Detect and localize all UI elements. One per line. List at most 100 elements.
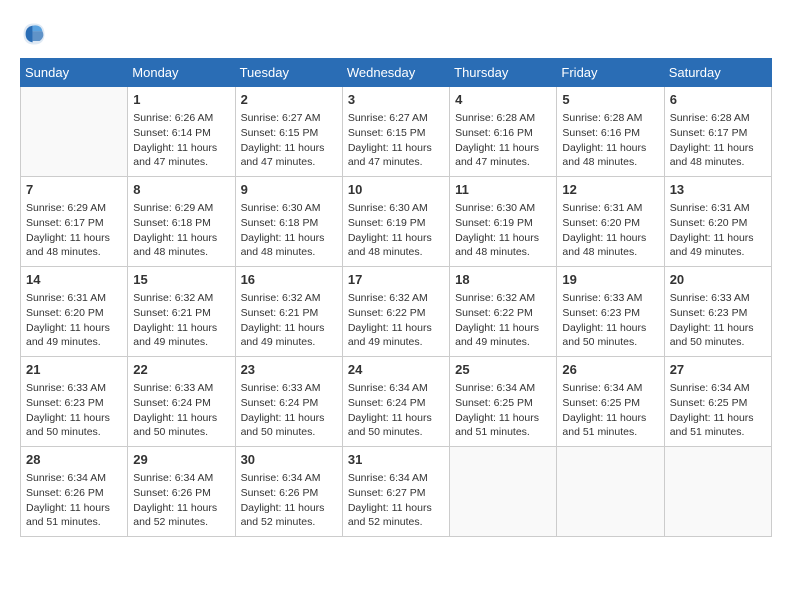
day-number: 14 — [26, 271, 122, 289]
logo-icon — [20, 20, 48, 48]
calendar-cell: 8 Sunrise: 6:29 AMSunset: 6:18 PMDaylight… — [128, 177, 235, 267]
day-number: 5 — [562, 91, 658, 109]
cell-info: Sunrise: 6:31 AMSunset: 6:20 PMDaylight:… — [26, 291, 122, 350]
day-number: 18 — [455, 271, 551, 289]
cell-info: Sunrise: 6:34 AMSunset: 6:26 PMDaylight:… — [241, 471, 337, 530]
calendar-cell: 12Sunrise: 6:31 AMSunset: 6:20 PMDayligh… — [557, 177, 664, 267]
cell-info: Sunrise: 6:34 AMSunset: 6:26 PMDaylight:… — [26, 471, 122, 530]
cell-info: Sunrise: 6:34 AMSunset: 6:24 PMDaylight:… — [348, 381, 444, 440]
day-header-friday: Friday — [557, 59, 664, 87]
day-number: 15 — [133, 271, 229, 289]
cell-info: Sunrise: 6:33 AMSunset: 6:23 PMDaylight:… — [26, 381, 122, 440]
calendar-cell: 28 Sunrise: 6:34 AMSunset: 6:26 PMDayligh… — [21, 447, 128, 537]
calendar-week-5: 28 Sunrise: 6:34 AMSunset: 6:26 PMDayligh… — [21, 447, 772, 537]
day-number: 3 — [348, 91, 444, 109]
calendar-cell: 30 Sunrise: 6:34 AMSunset: 6:26 PMDayligh… — [235, 447, 342, 537]
calendar-cell: 11Sunrise: 6:30 AMSunset: 6:19 PMDayligh… — [450, 177, 557, 267]
calendar-cell: 10Sunrise: 6:30 AMSunset: 6:19 PMDayligh… — [342, 177, 449, 267]
cell-info: Sunrise: 6:30 AMSunset: 6:18 PMDaylight:… — [241, 201, 337, 260]
calendar-week-1: 1 Sunrise: 6:26 AMSunset: 6:14 PMDaylight… — [21, 87, 772, 177]
cell-info: Sunrise: 6:33 AMSunset: 6:23 PMDaylight:… — [670, 291, 766, 350]
calendar-cell: 4 Sunrise: 6:28 AMSunset: 6:16 PMDaylight… — [450, 87, 557, 177]
day-number: 26 — [562, 361, 658, 379]
day-number: 28 — [26, 451, 122, 469]
day-header-tuesday: Tuesday — [235, 59, 342, 87]
calendar-cell: 3 Sunrise: 6:27 AMSunset: 6:15 PMDaylight… — [342, 87, 449, 177]
cell-info: Sunrise: 6:27 AMSunset: 6:15 PMDaylight:… — [241, 111, 337, 170]
calendar-header: SundayMondayTuesdayWednesdayThursdayFrid… — [21, 59, 772, 87]
calendar-cell: 15 Sunrise: 6:32 AMSunset: 6:21 PMDayligh… — [128, 267, 235, 357]
cell-info: Sunrise: 6:26 AMSunset: 6:14 PMDaylight:… — [133, 111, 229, 170]
calendar-cell — [450, 447, 557, 537]
calendar-week-3: 14 Sunrise: 6:31 AMSunset: 6:20 PMDayligh… — [21, 267, 772, 357]
calendar-cell: 22 Sunrise: 6:33 AMSunset: 6:24 PMDayligh… — [128, 357, 235, 447]
calendar-cell — [21, 87, 128, 177]
cell-info: Sunrise: 6:27 AMSunset: 6:15 PMDaylight:… — [348, 111, 444, 170]
calendar-table: SundayMondayTuesdayWednesdayThursdayFrid… — [20, 58, 772, 537]
calendar-cell: 20Sunrise: 6:33 AMSunset: 6:23 PMDayligh… — [664, 267, 771, 357]
day-number: 4 — [455, 91, 551, 109]
calendar-cell: 21Sunrise: 6:33 AMSunset: 6:23 PMDayligh… — [21, 357, 128, 447]
day-header-sunday: Sunday — [21, 59, 128, 87]
calendar-cell: 2Sunrise: 6:27 AMSunset: 6:15 PMDaylight… — [235, 87, 342, 177]
cell-info: Sunrise: 6:34 AMSunset: 6:25 PMDaylight:… — [670, 381, 766, 440]
cell-info: Sunrise: 6:32 AMSunset: 6:22 PMDaylight:… — [348, 291, 444, 350]
day-number: 27 — [670, 361, 766, 379]
cell-info: Sunrise: 6:28 AMSunset: 6:16 PMDaylight:… — [562, 111, 658, 170]
calendar-cell: 19 Sunrise: 6:33 AMSunset: 6:23 PMDayligh… — [557, 267, 664, 357]
day-header-monday: Monday — [128, 59, 235, 87]
calendar-week-2: 7 Sunrise: 6:29 AMSunset: 6:17 PMDaylight… — [21, 177, 772, 267]
day-number: 30 — [241, 451, 337, 469]
cell-info: Sunrise: 6:29 AMSunset: 6:17 PMDaylight:… — [26, 201, 122, 260]
page-header — [20, 20, 772, 48]
cell-info: Sunrise: 6:32 AMSunset: 6:22 PMDaylight:… — [455, 291, 551, 350]
calendar-cell: 7 Sunrise: 6:29 AMSunset: 6:17 PMDaylight… — [21, 177, 128, 267]
calendar-cell: 9 Sunrise: 6:30 AMSunset: 6:18 PMDaylight… — [235, 177, 342, 267]
calendar-cell: 14 Sunrise: 6:31 AMSunset: 6:20 PMDayligh… — [21, 267, 128, 357]
day-number: 7 — [26, 181, 122, 199]
day-number: 17 — [348, 271, 444, 289]
day-header-wednesday: Wednesday — [342, 59, 449, 87]
calendar-cell: 25Sunrise: 6:34 AMSunset: 6:25 PMDayligh… — [450, 357, 557, 447]
day-number: 29 — [133, 451, 229, 469]
cell-info: Sunrise: 6:31 AMSunset: 6:20 PMDaylight:… — [670, 201, 766, 260]
day-number: 16 — [241, 271, 337, 289]
calendar-cell: 18 Sunrise: 6:32 AMSunset: 6:22 PMDayligh… — [450, 267, 557, 357]
calendar-week-4: 21Sunrise: 6:33 AMSunset: 6:23 PMDayligh… — [21, 357, 772, 447]
calendar-cell: 6 Sunrise: 6:28 AMSunset: 6:17 PMDaylight… — [664, 87, 771, 177]
day-number: 8 — [133, 181, 229, 199]
day-number: 25 — [455, 361, 551, 379]
cell-info: Sunrise: 6:32 AMSunset: 6:21 PMDaylight:… — [133, 291, 229, 350]
cell-info: Sunrise: 6:33 AMSunset: 6:24 PMDaylight:… — [133, 381, 229, 440]
day-number: 31 — [348, 451, 444, 469]
day-number: 9 — [241, 181, 337, 199]
calendar-cell: 16Sunrise: 6:32 AMSunset: 6:21 PMDayligh… — [235, 267, 342, 357]
cell-info: Sunrise: 6:33 AMSunset: 6:24 PMDaylight:… — [241, 381, 337, 440]
day-number: 13 — [670, 181, 766, 199]
day-number: 23 — [241, 361, 337, 379]
cell-info: Sunrise: 6:34 AMSunset: 6:27 PMDaylight:… — [348, 471, 444, 530]
day-header-thursday: Thursday — [450, 59, 557, 87]
calendar-cell — [557, 447, 664, 537]
day-number: 24 — [348, 361, 444, 379]
calendar-cell: 29Sunrise: 6:34 AMSunset: 6:26 PMDayligh… — [128, 447, 235, 537]
cell-info: Sunrise: 6:30 AMSunset: 6:19 PMDaylight:… — [348, 201, 444, 260]
day-number: 6 — [670, 91, 766, 109]
cell-info: Sunrise: 6:33 AMSunset: 6:23 PMDaylight:… — [562, 291, 658, 350]
cell-info: Sunrise: 6:28 AMSunset: 6:17 PMDaylight:… — [670, 111, 766, 170]
calendar-cell: 24 Sunrise: 6:34 AMSunset: 6:24 PMDayligh… — [342, 357, 449, 447]
calendar-cell: 13 Sunrise: 6:31 AMSunset: 6:20 PMDayligh… — [664, 177, 771, 267]
calendar-cell: 26Sunrise: 6:34 AMSunset: 6:25 PMDayligh… — [557, 357, 664, 447]
day-number: 19 — [562, 271, 658, 289]
cell-info: Sunrise: 6:30 AMSunset: 6:19 PMDaylight:… — [455, 201, 551, 260]
calendar-cell: 31 Sunrise: 6:34 AMSunset: 6:27 PMDayligh… — [342, 447, 449, 537]
calendar-cell — [664, 447, 771, 537]
cell-info: Sunrise: 6:29 AMSunset: 6:18 PMDaylight:… — [133, 201, 229, 260]
cell-info: Sunrise: 6:28 AMSunset: 6:16 PMDaylight:… — [455, 111, 551, 170]
calendar-cell: 1 Sunrise: 6:26 AMSunset: 6:14 PMDaylight… — [128, 87, 235, 177]
day-number: 1 — [133, 91, 229, 109]
calendar-cell: 5 Sunrise: 6:28 AMSunset: 6:16 PMDaylight… — [557, 87, 664, 177]
day-number: 12 — [562, 181, 658, 199]
day-number: 22 — [133, 361, 229, 379]
day-header-saturday: Saturday — [664, 59, 771, 87]
